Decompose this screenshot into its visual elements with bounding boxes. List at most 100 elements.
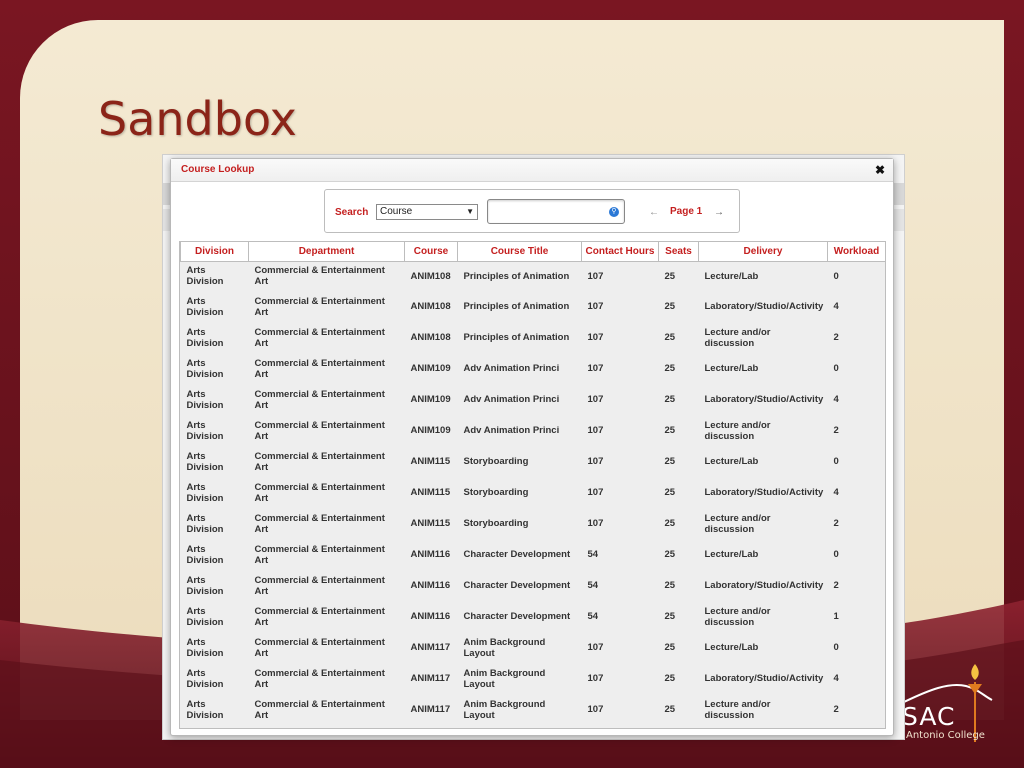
table-body: Arts Division Commercial & Entertainment … [180,261,885,725]
column-header-course-title[interactable]: Course Title [457,242,582,262]
seats-cell: 25 [658,632,699,663]
workload-cell: 0 [827,446,885,477]
course-cell: ANIM117 [404,632,458,663]
division-cell: Arts Division [180,508,249,539]
table-row[interactable]: Arts Division Commercial & Entertainment … [180,353,885,384]
course-title-cell: Adv Animation Princi [457,384,582,415]
division-cell: Arts Division [180,415,249,446]
table-row[interactable]: Arts Division Commercial & Entertainment … [180,570,885,601]
table-row[interactable]: Arts Division Commercial & Entertainment … [180,694,885,725]
contact-hours-cell: 107 [581,415,659,446]
dialog-header: Course Lookup ✖ [171,159,893,182]
division-cell: Arts Division [180,539,249,570]
contact-hours-cell: 107 [581,508,659,539]
course-cell: ANIM116 [404,601,458,632]
seats-cell: 25 [658,322,699,353]
course-cell: ANIM109 [404,384,458,415]
column-header-contact-hours[interactable]: Contact Hours [581,242,659,262]
college-logo-text: SAC [902,702,956,731]
course-cell: ANIM108 [404,261,458,291]
delivery-cell: Laboratory/Studio/Activity [698,663,828,694]
workload-cell: 2 [827,570,885,601]
delivery-cell: Laboratory/Studio/Activity [698,477,828,508]
department-cell: Commercial & Entertainment Art [248,570,405,601]
division-cell: Arts Division [180,570,249,601]
column-header-course[interactable]: Course [404,242,458,262]
next-page-button[interactable]: → [714,207,724,218]
page-indicator: Page 1 [670,206,703,217]
seats-cell: 25 [658,261,699,291]
contact-hours-cell: 107 [581,446,659,477]
previous-page-button[interactable]: ← [649,207,659,218]
division-cell: Arts Division [180,353,249,384]
department-cell: Commercial & Entertainment Art [248,322,405,353]
contact-hours-cell: 107 [581,632,659,663]
workload-cell: 4 [827,477,885,508]
course-title-cell: Storyboarding [457,477,582,508]
search-input[interactable]: ⚲ [487,199,625,224]
course-cell: ANIM108 [404,291,458,322]
course-cell: ANIM116 [404,570,458,601]
course-title-cell: Principles of Animation [457,291,582,322]
course-cell: ANIM115 [404,508,458,539]
contact-hours-cell: 107 [581,384,659,415]
division-cell: Arts Division [180,694,249,725]
workload-cell: 0 [827,261,885,291]
table-row[interactable]: Arts Division Commercial & Entertainment … [180,261,885,291]
course-title-cell: Character Development [457,539,582,570]
delivery-cell: Lecture/Lab [698,539,828,570]
table-row[interactable]: Arts Division Commercial & Entertainment … [180,415,885,446]
seats-cell: 25 [658,291,699,322]
division-cell: Arts Division [180,663,249,694]
division-cell: Arts Division [180,261,249,291]
column-header-division[interactable]: Division [180,242,249,262]
workload-cell: 0 [827,632,885,663]
table-row[interactable]: Arts Division Commercial & Entertainment … [180,601,885,632]
column-header-delivery[interactable]: Delivery [698,242,828,262]
department-cell: Commercial & Entertainment Art [248,261,405,291]
search-field-select[interactable]: Course ▼ [376,204,478,220]
close-icon[interactable]: ✖ [875,163,885,177]
college-logo-subtext: Antonio College [906,730,985,741]
division-cell: Arts Division [180,291,249,322]
seats-cell: 25 [658,663,699,694]
column-header-seats[interactable]: Seats [658,242,699,262]
seats-cell: 25 [658,477,699,508]
seats-cell: 25 [658,446,699,477]
contact-hours-cell: 107 [581,322,659,353]
workload-cell: 2 [827,415,885,446]
search-icon[interactable]: ⚲ [609,207,619,217]
table-header-row: Division Department Course Course Title … [180,242,885,262]
table-row[interactable]: Arts Division Commercial & Entertainment … [180,539,885,570]
delivery-cell: Lecture and/or discussion [698,694,828,725]
delivery-cell: Lecture/Lab [698,446,828,477]
department-cell: Commercial & Entertainment Art [248,508,405,539]
division-cell: Arts Division [180,632,249,663]
course-title-cell: Adv Animation Princi [457,353,582,384]
table-row[interactable]: Arts Division Commercial & Entertainment … [180,446,885,477]
table-row[interactable]: Arts Division Commercial & Entertainment … [180,663,885,694]
column-header-department[interactable]: Department [248,242,405,262]
workload-cell: 2 [827,508,885,539]
course-title-cell: Storyboarding [457,446,582,477]
slide-title: Sandbox [98,92,297,146]
table-row[interactable]: Arts Division Commercial & Entertainment … [180,632,885,663]
delivery-cell: Laboratory/Studio/Activity [698,291,828,322]
division-cell: Arts Division [180,384,249,415]
table-row[interactable]: Arts Division Commercial & Entertainment … [180,477,885,508]
seats-cell: 25 [658,570,699,601]
column-header-workload[interactable]: Workload [827,242,885,262]
workload-cell: 2 [827,694,885,725]
table-row[interactable]: Arts Division Commercial & Entertainment … [180,322,885,353]
department-cell: Commercial & Entertainment Art [248,539,405,570]
table-row[interactable]: Arts Division Commercial & Entertainment … [180,384,885,415]
course-cell: ANIM117 [404,694,458,725]
table-row[interactable]: Arts Division Commercial & Entertainment … [180,508,885,539]
search-panel: Search Course ▼ ⚲ ← Page 1 → [324,189,740,233]
table-row[interactable]: Arts Division Commercial & Entertainment … [180,291,885,322]
contact-hours-cell: 107 [581,694,659,725]
course-cell: ANIM117 [404,663,458,694]
delivery-cell: Laboratory/Studio/Activity [698,570,828,601]
contact-hours-cell: 107 [581,477,659,508]
course-title-cell: Principles of Animation [457,261,582,291]
